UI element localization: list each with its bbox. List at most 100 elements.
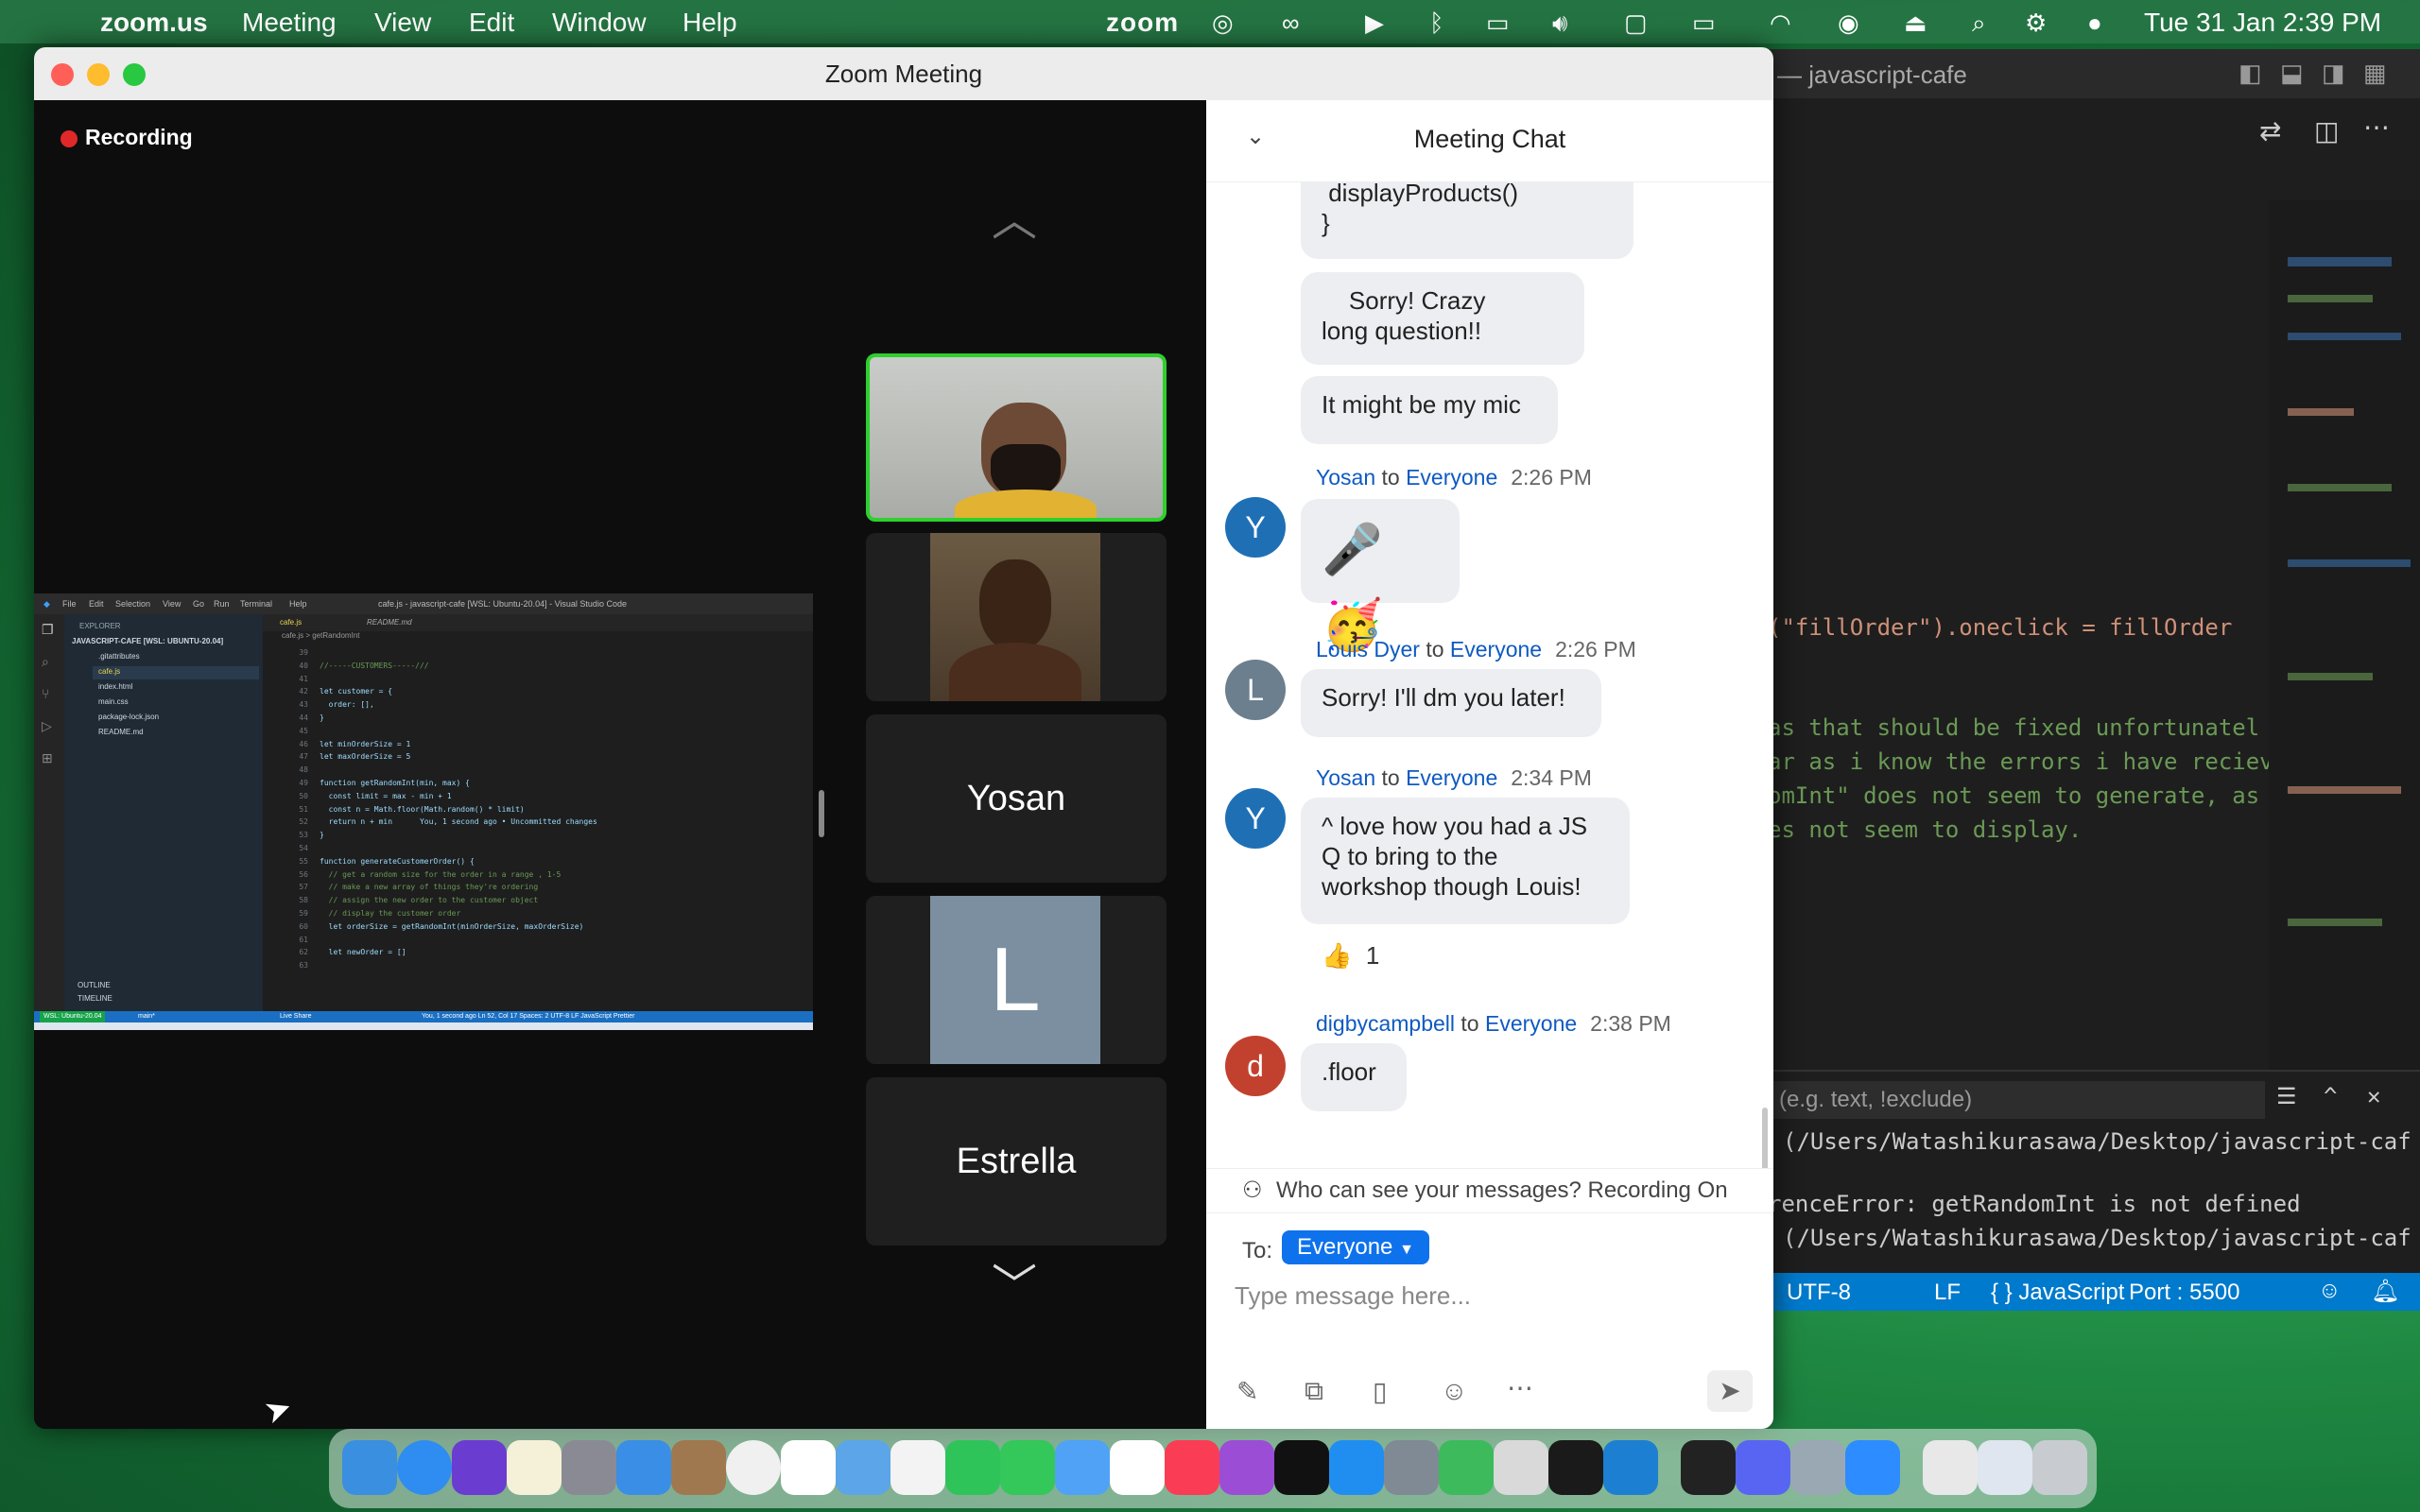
notes-icon[interactable] bbox=[507, 1440, 562, 1495]
airplay-icon[interactable]: ⏏ bbox=[1904, 9, 1927, 38]
chrome-icon[interactable] bbox=[726, 1440, 781, 1495]
emoji-icon[interactable]: ☺ bbox=[1441, 1376, 1468, 1406]
pycharm-icon[interactable] bbox=[1548, 1440, 1603, 1495]
battery-icon[interactable]: ▭ bbox=[1692, 9, 1716, 38]
photos-icon[interactable] bbox=[890, 1440, 945, 1495]
downloads-stack-icon[interactable] bbox=[1978, 1440, 2032, 1495]
message-reaction[interactable]: 👍 1 bbox=[1322, 941, 1379, 971]
search-icon[interactable]: ⌕ bbox=[1972, 9, 1986, 39]
more-actions-icon[interactable]: ⋯ bbox=[2363, 112, 2390, 143]
siri-icon[interactable]: ● bbox=[2087, 9, 2102, 38]
sender-name[interactable]: Yosan bbox=[1316, 465, 1375, 490]
messages-icon[interactable] bbox=[1000, 1440, 1055, 1495]
screenshot-icon[interactable]: ⧉ bbox=[1305, 1376, 1323, 1407]
maximize-panel-icon[interactable]: ^ bbox=[2324, 1083, 2337, 1109]
recording-indicator[interactable]: Recording bbox=[60, 125, 193, 150]
bluetooth-icon[interactable]: ᛒ bbox=[1429, 9, 1444, 38]
zoom-window-button[interactable] bbox=[123, 63, 146, 86]
podcasts-icon[interactable] bbox=[1219, 1440, 1274, 1495]
sync-status-icon[interactable]: ◎ bbox=[1212, 9, 1234, 38]
toggle-sidebar-icon[interactable]: ◧ bbox=[2238, 59, 2262, 88]
notifications-icon[interactable]: 🔔︎ bbox=[2371, 1278, 2399, 1305]
toggle-secondary-sidebar-icon[interactable]: ◨ bbox=[2322, 59, 2345, 88]
participant-tile-l[interactable]: L bbox=[866, 896, 1167, 1064]
menu-item-edit[interactable]: Edit bbox=[469, 8, 514, 38]
vscode-icon[interactable] bbox=[1603, 1440, 1658, 1495]
close-window-button[interactable] bbox=[51, 63, 74, 86]
sender-name[interactable]: Yosan bbox=[1316, 765, 1375, 790]
chat-message-input[interactable]: Type message here... bbox=[1235, 1276, 1745, 1348]
toggle-panel-icon[interactable]: ⬓ bbox=[2280, 59, 2304, 88]
send-icon[interactable]: ➤ bbox=[1707, 1370, 1753, 1412]
creative-cloud-icon[interactable]: ∞ bbox=[1282, 9, 1300, 38]
sender-name[interactable]: digbycampbell bbox=[1316, 1011, 1455, 1036]
discord-icon[interactable] bbox=[1736, 1440, 1790, 1495]
maps-icon[interactable] bbox=[836, 1440, 890, 1495]
launchpad-icon[interactable] bbox=[562, 1440, 616, 1495]
menu-item-view[interactable]: View bbox=[374, 8, 431, 38]
format-text-icon[interactable]: ✎ bbox=[1236, 1376, 1258, 1407]
close-panel-icon[interactable]: ✕ bbox=[2367, 1083, 2380, 1109]
chat-messages[interactable]: displayProducts() } Sorry! Crazy long qu… bbox=[1206, 181, 1773, 1168]
safari-icon[interactable] bbox=[397, 1440, 452, 1495]
more-options-icon[interactable]: ⋯ bbox=[1507, 1372, 1533, 1403]
volume-icon[interactable]: 🔊︎ bbox=[1552, 9, 1567, 39]
recipient-name[interactable]: Everyone bbox=[1450, 637, 1542, 662]
apple-tv-icon[interactable] bbox=[1274, 1440, 1329, 1495]
vscode-editor[interactable]: ("fillOrder").oneclick = fillOrder as th… bbox=[1758, 200, 2273, 1070]
contacts-icon[interactable] bbox=[671, 1440, 726, 1495]
split-editor-icon[interactable]: ◫ bbox=[2314, 115, 2339, 146]
recipient-name[interactable]: Everyone bbox=[1406, 465, 1497, 490]
clock-datetime[interactable]: Tue 31 Jan 2:39 PM bbox=[2144, 8, 2381, 38]
clear-output-icon[interactable]: ☰ bbox=[2276, 1083, 2297, 1109]
user-icon[interactable]: ◉ bbox=[1838, 9, 1859, 38]
gallery-up-arrow-icon[interactable]: ︿ bbox=[981, 198, 1047, 244]
menu-item-help[interactable]: Help bbox=[683, 8, 737, 38]
trash-icon[interactable] bbox=[2032, 1440, 2087, 1495]
status-encoding[interactable]: UTF-8 bbox=[1787, 1280, 1851, 1306]
recipient-name[interactable]: Everyone bbox=[1406, 765, 1497, 790]
avatar[interactable]: d bbox=[1225, 1036, 1286, 1096]
preview-icon[interactable] bbox=[1790, 1440, 1845, 1495]
participant-tile-yosan[interactable]: Yosan bbox=[866, 714, 1167, 883]
instruments-icon[interactable] bbox=[1494, 1440, 1548, 1495]
keynote-icon[interactable] bbox=[1055, 1440, 1110, 1495]
panel-filter-input[interactable]: (e.g. text, !exclude) bbox=[1773, 1081, 2265, 1119]
menu-app-name[interactable]: zoom.us bbox=[100, 8, 208, 38]
finder-icon[interactable] bbox=[342, 1440, 397, 1495]
minimize-window-button[interactable] bbox=[87, 63, 110, 86]
menu-item-window[interactable]: Window bbox=[552, 8, 647, 38]
car-icon[interactable]: ▭ bbox=[1486, 9, 1510, 38]
customize-layout-icon[interactable]: ▦ bbox=[2363, 59, 2387, 88]
status-eol[interactable]: LF bbox=[1934, 1280, 1961, 1306]
recipient-dropdown[interactable]: Everyone ▼ bbox=[1282, 1230, 1429, 1264]
app-store-icon[interactable] bbox=[1329, 1440, 1384, 1495]
avatar[interactable]: Y bbox=[1225, 497, 1286, 558]
participant-tile-estrella[interactable]: Estrella bbox=[866, 1077, 1167, 1246]
terminal-icon[interactable] bbox=[1681, 1440, 1736, 1495]
avatar[interactable]: L bbox=[1225, 660, 1286, 720]
participant-video-1[interactable] bbox=[866, 353, 1167, 522]
window-thumbnail-icon[interactable] bbox=[1923, 1440, 1978, 1495]
zoom-status-label[interactable]: zoom bbox=[1106, 8, 1179, 38]
file-attach-icon[interactable]: ▯ bbox=[1373, 1376, 1387, 1407]
play-icon[interactable]: ▶ bbox=[1365, 9, 1384, 38]
gallery-down-arrow-icon[interactable]: ﹀ bbox=[981, 1264, 1047, 1310]
music-icon[interactable] bbox=[1165, 1440, 1219, 1495]
split-resize-handle[interactable] bbox=[819, 790, 824, 837]
source-control-compare-icon[interactable]: ⇄ bbox=[2259, 115, 2281, 146]
calendar-icon[interactable] bbox=[781, 1440, 836, 1495]
privacy-notice[interactable]: ⚇ Who can see your messages? Recording O… bbox=[1206, 1168, 1773, 1213]
control-center-icon[interactable]: ⚙ bbox=[2025, 9, 2047, 38]
zoom-icon[interactable] bbox=[1845, 1440, 1900, 1495]
facetime-icon[interactable] bbox=[945, 1440, 1000, 1495]
display-icon[interactable]: ▢ bbox=[1624, 9, 1648, 38]
status-port[interactable]: Port : 5500 bbox=[2129, 1280, 2239, 1306]
status-language[interactable]: { } JavaScript bbox=[1991, 1280, 2124, 1306]
reminders-icon[interactable] bbox=[1110, 1440, 1165, 1495]
chat-scrollbar[interactable] bbox=[1762, 1108, 1768, 1168]
mail-icon[interactable] bbox=[616, 1440, 671, 1495]
avatar[interactable]: Y bbox=[1225, 788, 1286, 849]
recipient-name[interactable]: Everyone bbox=[1485, 1011, 1577, 1036]
sender-name[interactable]: Louis Dyer bbox=[1316, 637, 1420, 662]
